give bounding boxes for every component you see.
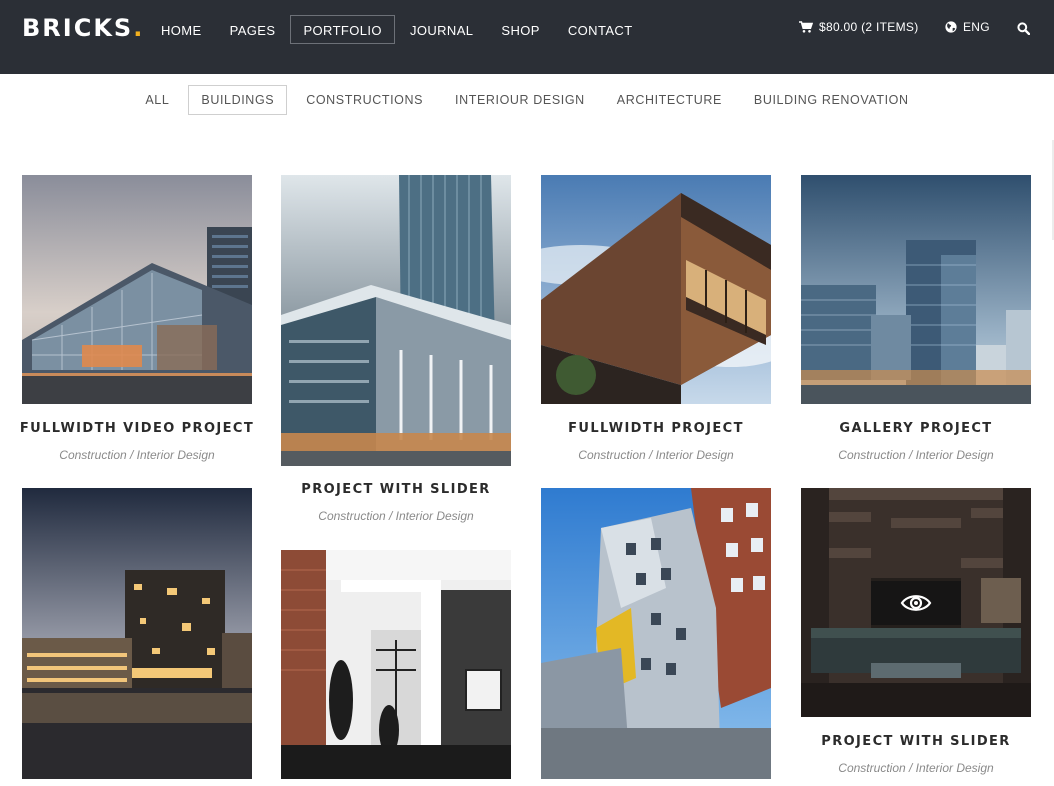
- building-image: [541, 175, 771, 404]
- portfolio-item: PROJECT WITH SLIDER Construction / Inter…: [281, 175, 511, 527]
- portfolio-item: [541, 488, 771, 779]
- portfolio-item: [281, 550, 511, 779]
- interior-image: [281, 550, 511, 779]
- view-project-button[interactable]: [871, 581, 961, 625]
- brand-name: BRICKS: [22, 14, 134, 42]
- project-thumbnail[interactable]: [281, 175, 511, 466]
- nav-item-pages[interactable]: PAGES: [217, 15, 289, 44]
- building-image: [22, 175, 252, 404]
- project-thumbnail[interactable]: [541, 488, 771, 779]
- filter-all[interactable]: ALL: [132, 85, 182, 115]
- project-categories: Construction / Interior Design: [838, 448, 994, 462]
- project-title[interactable]: PROJECT WITH SLIDER: [271, 482, 521, 497]
- nav-item-shop[interactable]: SHOP: [488, 15, 552, 44]
- building-image: [541, 488, 771, 779]
- building-image: [22, 488, 252, 779]
- portfolio-item: GALLERY PROJECT Construction / Interior …: [801, 175, 1031, 465]
- project-thumbnail[interactable]: [541, 175, 771, 404]
- globe-icon: [945, 21, 957, 33]
- eye-icon: [900, 595, 932, 611]
- filter-building-renovation[interactable]: BUILDING RENOVATION: [741, 85, 922, 115]
- project-thumbnail[interactable]: [801, 175, 1031, 404]
- nav-item-home[interactable]: HOME: [148, 15, 215, 44]
- nav-item-portfolio[interactable]: PORTFOLIO: [290, 15, 395, 44]
- filter-architecture[interactable]: ARCHITECTURE: [604, 85, 735, 115]
- cart-icon: [799, 21, 813, 33]
- cart-total: $80.00 (2 ITEMS): [819, 20, 919, 34]
- project-categories: Construction / Interior Design: [578, 448, 734, 462]
- project-thumbnail[interactable]: [22, 175, 252, 404]
- project-title[interactable]: GALLERY PROJECT: [791, 421, 1041, 436]
- portfolio-filter-bar: ALL BUILDINGS CONSTRUCTIONS INTERIOUR DE…: [0, 85, 1054, 115]
- brand-logo[interactable]: BRICKS.: [22, 14, 142, 42]
- cart-button[interactable]: $80.00 (2 ITEMS): [799, 20, 919, 34]
- search-button[interactable]: [1017, 22, 1031, 40]
- nav-item-journal[interactable]: JOURNAL: [397, 15, 486, 44]
- project-title[interactable]: FULLWIDTH PROJECT: [531, 421, 781, 436]
- project-thumbnail[interactable]: [22, 488, 252, 779]
- project-categories: Construction / Interior Design: [59, 448, 215, 462]
- search-icon: [1017, 22, 1031, 36]
- project-title[interactable]: FULLWIDTH VIDEO PROJECT: [12, 421, 262, 436]
- language-selector[interactable]: ENG: [945, 20, 990, 34]
- nav-item-contact[interactable]: CONTACT: [555, 15, 646, 44]
- project-thumbnail[interactable]: [801, 488, 1031, 717]
- portfolio-item: FULLWIDTH VIDEO PROJECT Construction / I…: [20, 175, 253, 465]
- portfolio-item: PROJECT WITH SLIDER Construction / Inter…: [801, 488, 1031, 778]
- project-thumbnail[interactable]: [281, 550, 511, 779]
- main-nav: HOME PAGES PORTFOLIO JOURNAL SHOP CONTAC…: [148, 15, 648, 44]
- project-title[interactable]: PROJECT WITH SLIDER: [791, 734, 1041, 749]
- site-header: BRICKS. HOME PAGES PORTFOLIO JOURNAL SHO…: [0, 0, 1054, 74]
- building-image: [281, 175, 511, 466]
- brand-dot: .: [133, 14, 143, 42]
- filter-interiour-design[interactable]: INTERIOUR DESIGN: [442, 85, 598, 115]
- portfolio-item: [22, 488, 252, 779]
- filter-buildings[interactable]: BUILDINGS: [188, 85, 288, 115]
- project-categories: Construction / Interior Design: [838, 761, 994, 775]
- language-label: ENG: [963, 20, 990, 34]
- portfolio-item: FULLWIDTH PROJECT Construction / Interio…: [541, 175, 771, 465]
- filter-constructions[interactable]: CONSTRUCTIONS: [293, 85, 436, 115]
- building-image: [801, 175, 1031, 404]
- project-categories: Construction / Interior Design: [318, 509, 474, 523]
